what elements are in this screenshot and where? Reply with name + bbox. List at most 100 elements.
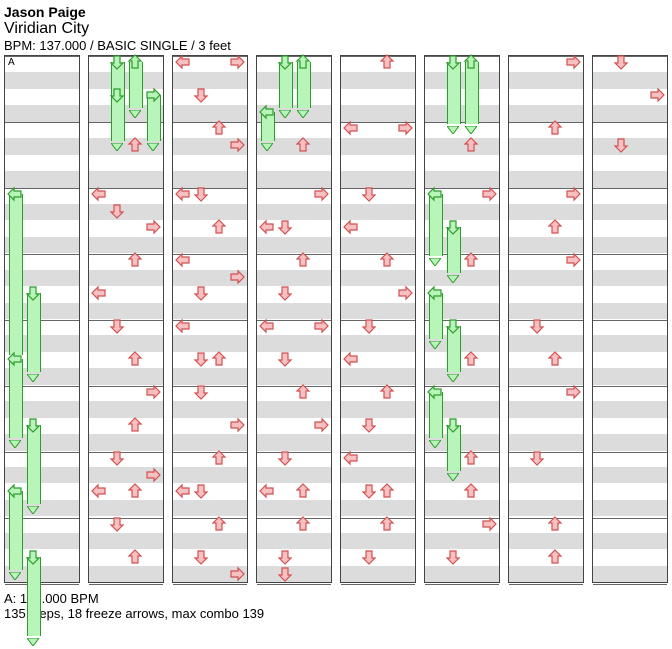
freeze-body <box>9 194 23 355</box>
tap-arrow-up <box>547 549 563 565</box>
chart-column <box>592 55 668 583</box>
tap-arrow-down <box>109 203 125 219</box>
tap-arrow-down <box>361 417 377 433</box>
tap-arrow-right <box>229 417 245 433</box>
tap-arrow-down <box>613 137 629 153</box>
tap-arrow-left <box>343 219 359 235</box>
freeze-body <box>9 491 23 570</box>
tap-arrow-up <box>127 483 143 499</box>
tap-arrow-down <box>361 186 377 202</box>
tap-arrow-left <box>91 285 107 301</box>
tap-arrow-up <box>295 252 311 268</box>
tap-arrow-up <box>379 252 395 268</box>
tap-arrow-up <box>463 450 479 466</box>
tap-arrow-down <box>529 318 545 334</box>
tap-arrow-down <box>277 351 293 367</box>
tap-arrow-left <box>259 483 275 499</box>
tap-arrow-up <box>211 219 227 235</box>
tap-arrow-left <box>343 351 359 367</box>
freeze-arrow-left <box>427 285 443 301</box>
tap-arrow-down <box>361 483 377 499</box>
freeze-arrow-down <box>445 54 461 70</box>
freeze-tail <box>27 634 39 649</box>
tap-arrow-down <box>529 450 545 466</box>
freeze-tail <box>147 139 159 154</box>
freeze-arrow-left <box>7 186 23 202</box>
tap-arrow-down <box>277 566 293 582</box>
tap-arrow-left <box>343 450 359 466</box>
tap-arrow-up <box>211 351 227 367</box>
freeze-body <box>9 359 23 438</box>
tap-arrow-up <box>547 120 563 136</box>
tap-arrow-right <box>145 219 161 235</box>
tap-arrow-up <box>211 450 227 466</box>
tap-arrow-left <box>175 318 191 334</box>
freeze-arrow-down <box>109 87 125 103</box>
tap-arrow-left <box>175 252 191 268</box>
bpm-marker: A <box>8 57 15 68</box>
freeze-arrow-up <box>127 54 143 70</box>
tap-arrow-up <box>379 516 395 532</box>
tap-arrow-right <box>229 566 245 582</box>
tap-arrow-down <box>277 450 293 466</box>
freeze-arrow-down <box>25 285 41 301</box>
tap-arrow-right <box>397 120 413 136</box>
artist: Jason Paige <box>4 4 672 20</box>
tap-arrow-down <box>193 285 209 301</box>
header: Jason Paige Viridian City BPM: 137.000 /… <box>4 4 672 53</box>
freeze-arrow-left <box>7 351 23 367</box>
freeze-body <box>465 62 479 124</box>
freeze-tail <box>261 139 273 154</box>
freeze-arrow-down <box>445 219 461 235</box>
tap-arrow-up <box>379 483 395 499</box>
chart-column <box>340 55 416 583</box>
tap-arrow-down <box>109 516 125 532</box>
freeze-arrow-down <box>109 54 125 70</box>
freeze-arrow-down <box>25 549 41 565</box>
stats: 135 steps, 18 freeze arrows, max combo 1… <box>4 606 672 621</box>
tap-arrow-right <box>229 269 245 285</box>
tap-arrow-down <box>193 549 209 565</box>
tap-arrow-left <box>259 219 275 235</box>
tap-arrow-up <box>295 137 311 153</box>
freeze-tail <box>27 370 39 385</box>
freeze-tail <box>129 106 141 121</box>
step-chart: A <box>4 55 668 587</box>
tap-arrow-up <box>379 384 395 400</box>
freeze-body <box>447 62 461 124</box>
tap-arrow-right <box>145 467 161 483</box>
tap-arrow-up <box>211 120 227 136</box>
tap-arrow-up <box>127 252 143 268</box>
tap-arrow-up <box>463 351 479 367</box>
freeze-arrow-down <box>445 318 461 334</box>
tap-arrow-up <box>295 483 311 499</box>
freeze-body <box>27 425 41 504</box>
tap-arrow-down <box>445 549 461 565</box>
chart-meta: BPM: 137.000 / BASIC SINGLE / 3 feet <box>4 38 672 53</box>
tap-arrow-down <box>193 351 209 367</box>
tap-arrow-left <box>343 120 359 136</box>
tap-arrow-up <box>547 219 563 235</box>
chart-column <box>508 55 584 583</box>
tap-arrow-up <box>463 483 479 499</box>
song-title: Viridian City <box>4 20 672 38</box>
tap-arrow-right <box>481 186 497 202</box>
tap-arrow-down <box>193 186 209 202</box>
tap-arrow-right <box>565 252 581 268</box>
freeze-arrow-left <box>7 483 23 499</box>
tap-arrow-up <box>547 351 563 367</box>
freeze-arrow-down <box>277 54 293 70</box>
chart-column <box>424 55 500 583</box>
tap-arrow-up <box>211 516 227 532</box>
freeze-tail <box>447 469 459 484</box>
freeze-tail <box>429 254 441 269</box>
freeze-body <box>27 293 41 372</box>
chart-column <box>256 55 332 583</box>
tap-arrow-down <box>193 483 209 499</box>
freeze-tail <box>447 271 459 286</box>
freeze-tail <box>465 122 477 137</box>
freeze-tail <box>9 568 21 583</box>
tap-arrow-down <box>613 54 629 70</box>
tap-arrow-right <box>313 417 329 433</box>
freeze-arrow-left <box>259 104 275 120</box>
